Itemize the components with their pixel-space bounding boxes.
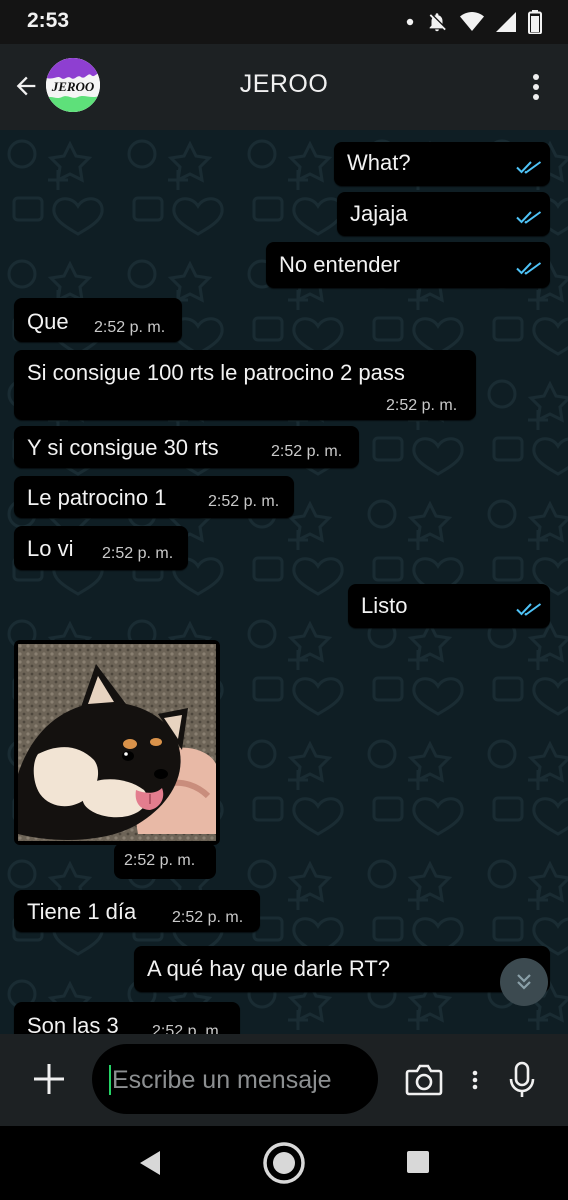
message-input[interactable] [112,1064,372,1096]
message-incoming[interactable]: Lo vi 2:52 p. m. [14,526,188,570]
message-time: 2:52 p. m. [124,852,196,869]
message-outgoing[interactable]: A qué hay que darle RT? [134,946,550,992]
status-bar: 2:53 [0,0,568,44]
signal-icon [496,12,516,32]
message-input-pill[interactable] [92,1044,378,1114]
chat-header: JEROO JEROO [0,44,568,130]
message-time: 2:52 p. m. [386,397,458,414]
nav-recents-button[interactable] [404,1148,432,1176]
message-incoming[interactable]: Y si consigue 30 rts 2:52 p. m. [14,426,359,468]
message-time: 2:52 p. m. [208,493,280,510]
voice-message-button[interactable] [502,1058,542,1102]
add-attachment-button[interactable] [26,1056,72,1102]
message-text: Si consigue 100 rts le patrocino 2 pass [27,360,405,385]
nav-back-button[interactable] [136,1148,164,1178]
wifi-icon [460,12,484,32]
image-time-box: 2:52 p. m. [114,843,216,879]
image-message[interactable] [14,640,220,845]
notification-dot-icon [406,18,414,26]
shiba-dog-photo[interactable] [18,644,216,841]
message-text: Son las 3 [27,1013,119,1034]
status-icons [406,8,542,36]
nav-home-button[interactable] [262,1141,306,1185]
chat-area[interactable]: What? Jajaja No entender Que 2:52 p. m. … [0,130,568,1034]
message-text: Que [27,309,69,334]
camera-icon [405,1064,443,1096]
scroll-to-bottom-button[interactable] [500,958,548,1006]
message-incoming[interactable]: Tiene 1 día 2:52 p. m. [14,890,260,932]
more-attach-button[interactable] [466,1064,484,1096]
system-navigation-bar [0,1126,568,1200]
text-cursor [109,1065,111,1095]
message-incoming[interactable]: Le patrocino 1 2:52 p. m. [14,476,294,518]
double-check-icon [516,603,542,616]
message-time: 2:52 p. m. [102,545,174,562]
message-text: No entender [279,252,401,277]
message-text: Lo vi [27,536,74,561]
message-outgoing[interactable]: What? [334,142,550,186]
more-options-button[interactable] [522,70,550,104]
message-outgoing[interactable]: Jajaja [337,192,550,236]
message-text: A qué hay que darle RT? [147,956,390,981]
message-text: Listo [361,593,408,618]
double-check-icon [516,161,542,174]
square-recents-icon [407,1151,429,1173]
double-chevron-down-icon [517,974,531,990]
microphone-icon [509,1061,535,1097]
bell-off-icon [426,11,448,33]
message-text: Jajaja [350,201,408,226]
circle-home-icon [263,1142,305,1184]
message-incoming[interactable]: Que 2:52 p. m. [14,298,182,342]
status-time: 2:53 [27,9,70,32]
more-vert-icon [472,1070,478,1090]
message-outgoing[interactable]: No entender [266,242,550,288]
message-time: 2:52 p. m. [271,443,343,460]
plus-icon [34,1064,64,1094]
double-check-icon [516,211,542,224]
message-text: Tiene 1 día [27,899,137,924]
message-time: 2:52 p. m. [172,909,244,926]
battery-icon [528,10,542,34]
message-incoming[interactable]: Si consigue 100 rts le patrocino 2 pass … [14,350,476,420]
triangle-back-icon [140,1151,160,1175]
message-text: Y si consigue 30 rts [27,435,219,460]
message-time: 2:52 p. m. [94,319,166,336]
message-text: What? [347,150,411,175]
message-incoming[interactable]: Son las 3 2:52 p. m. [14,1002,240,1034]
message-time: 2:52 p. m. [152,1023,224,1034]
more-vert-icon [533,74,539,100]
message-text: Le patrocino 1 [27,485,167,510]
double-check-icon [516,262,542,275]
camera-button[interactable] [402,1060,446,1100]
message-outgoing[interactable]: Listo [348,584,550,628]
chat-title[interactable]: JEROO [0,70,568,99]
compose-bar [0,1034,568,1126]
